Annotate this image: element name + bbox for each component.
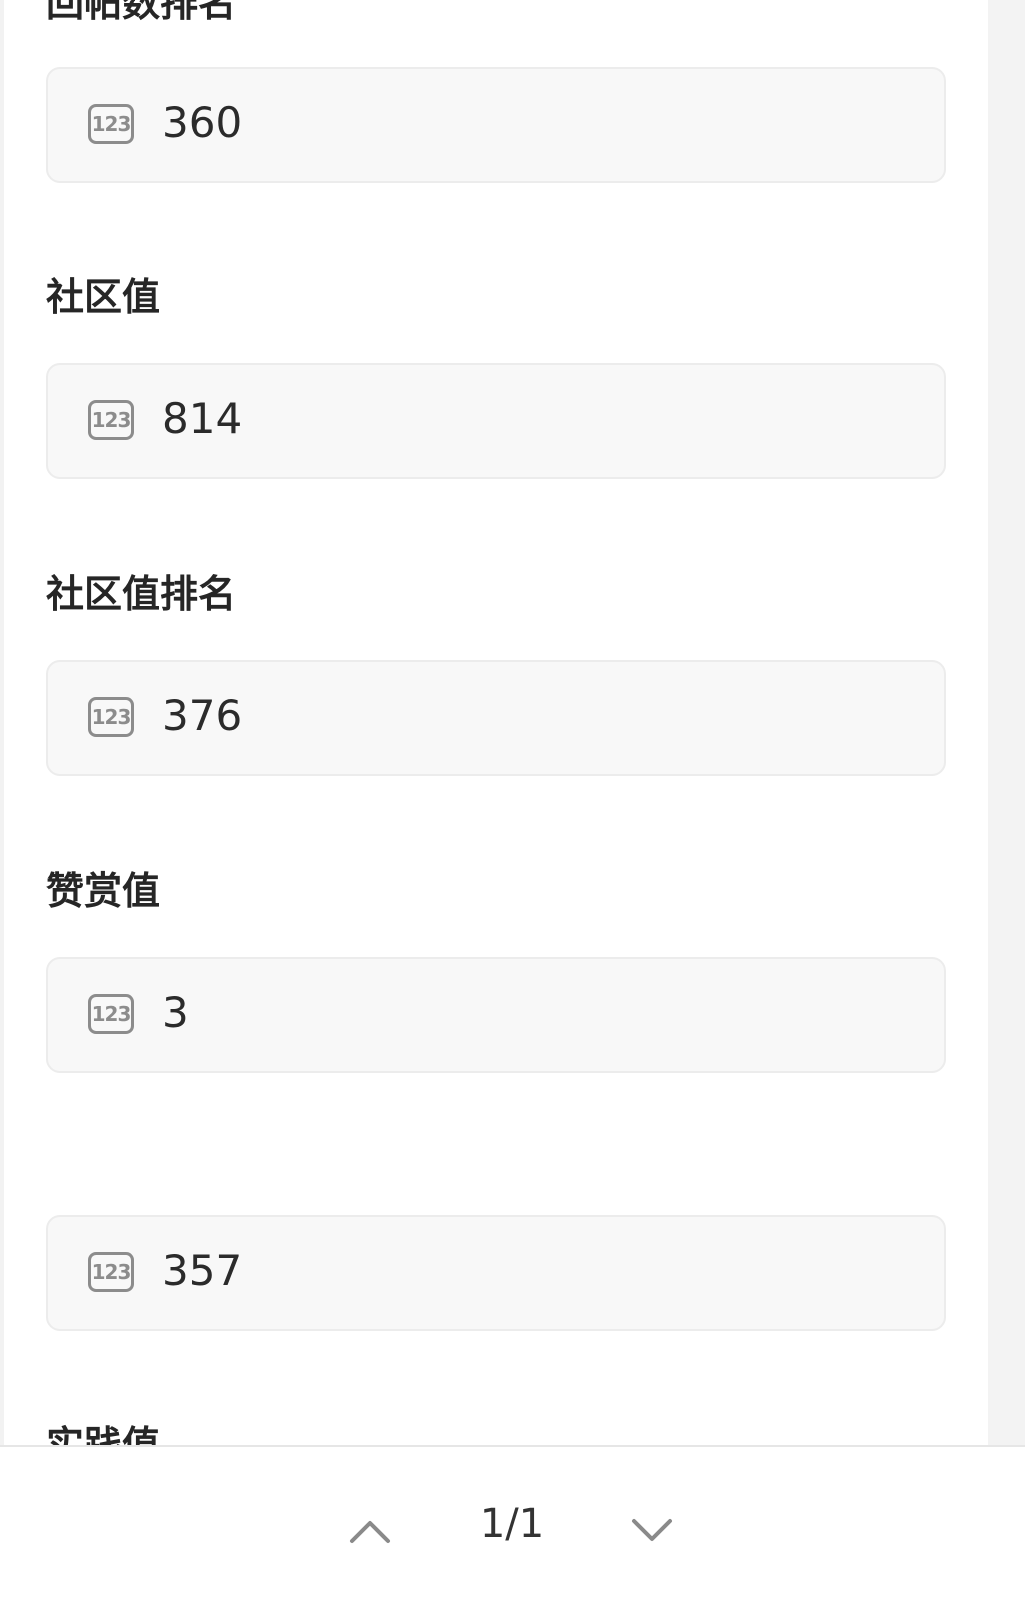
field-unlabeled[interactable]: 123 357 (46, 1215, 946, 1331)
field-label-community-value: 社区值 (46, 275, 161, 319)
number-icon: 123 (88, 994, 134, 1034)
chevron-down-icon (632, 1519, 672, 1541)
field-community-rank[interactable]: 123 376 (46, 660, 946, 776)
field-community-value[interactable]: 123 814 (46, 363, 946, 479)
field-value: 3 (162, 988, 189, 1037)
field-value: 357 (162, 1246, 243, 1295)
page-indicator: 1/1 (479, 1501, 545, 1547)
form-viewport: 回帖数排名 123 360 社区值 123 814 社区值排名 123 376 … (0, 0, 1025, 1606)
field-reply-rank[interactable]: 123 360 (46, 67, 946, 183)
pager-footer: 1/1 (0, 1445, 1025, 1606)
field-label-appreciation-value: 赞赏值 (46, 869, 161, 913)
field-label-practice-value: 实践值 (46, 1423, 161, 1445)
field-label-community-rank: 社区值排名 (46, 572, 237, 616)
field-label-reply-rank: 回帖数排名 (46, 0, 237, 25)
next-page-button[interactable] (622, 1507, 682, 1551)
number-icon: 123 (88, 104, 134, 144)
number-icon: 123 (88, 1252, 134, 1292)
field-appreciation-value[interactable]: 123 3 (46, 957, 946, 1073)
number-icon: 123 (88, 697, 134, 737)
form-scroll-area[interactable]: 回帖数排名 123 360 社区值 123 814 社区值排名 123 376 … (4, 0, 988, 1445)
number-icon: 123 (88, 400, 134, 440)
field-value: 360 (162, 98, 243, 147)
right-side-panel (988, 0, 1025, 1445)
field-value: 376 (162, 691, 243, 740)
prev-page-button[interactable] (340, 1507, 400, 1551)
field-value: 814 (162, 394, 243, 443)
chevron-up-icon (350, 1521, 390, 1543)
